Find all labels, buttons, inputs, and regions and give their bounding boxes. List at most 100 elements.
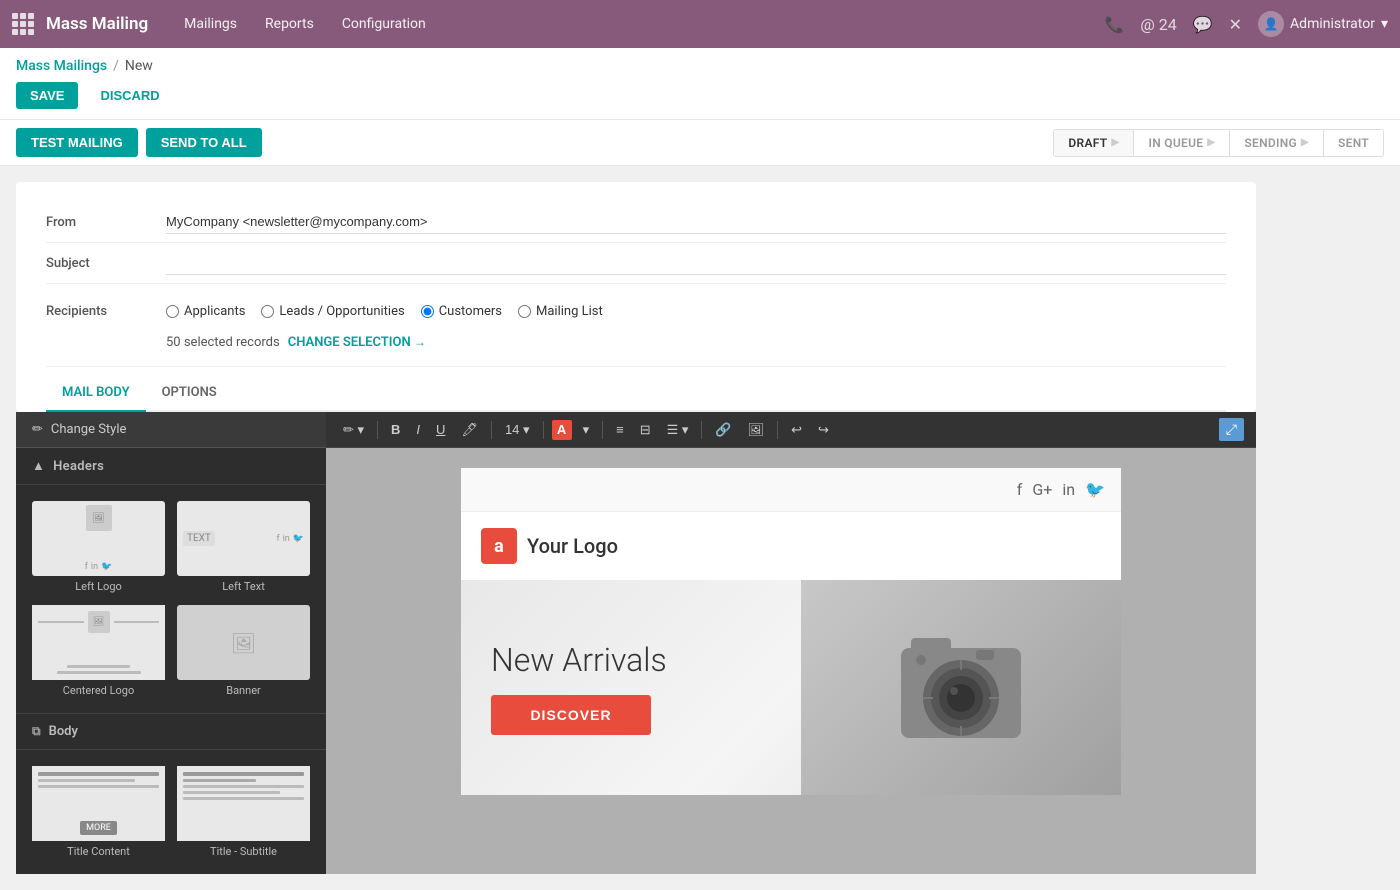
change-selection-link[interactable]: CHANGE SELECTION → bbox=[288, 335, 426, 350]
nav-mailings[interactable]: Mailings bbox=[172, 10, 249, 38]
italic-button[interactable]: I bbox=[411, 419, 425, 440]
social-icons-thumb: fin🐦 bbox=[85, 562, 113, 572]
undo-button[interactable]: ↩ bbox=[786, 419, 807, 441]
tab-mail-body[interactable]: MAIL BODY bbox=[46, 375, 146, 412]
camera-svg bbox=[871, 598, 1051, 778]
nav-configuration[interactable]: Configuration bbox=[330, 10, 438, 38]
chat-icon[interactable]: 💬 bbox=[1193, 15, 1213, 34]
user-name: Administrator bbox=[1290, 16, 1375, 32]
status-sending[interactable]: SENDING ▶ bbox=[1230, 130, 1324, 156]
breadcrumb-parent[interactable]: Mass Mailings bbox=[16, 58, 107, 74]
title-content-label: Title Content bbox=[32, 841, 165, 858]
from-value bbox=[166, 210, 1226, 234]
discover-button[interactable]: DISCOVER bbox=[491, 695, 651, 735]
title-subtitle-label: Title - Subtitle bbox=[177, 841, 310, 858]
image-button[interactable]: 🖼 bbox=[743, 419, 770, 441]
user-menu[interactable]: 👤 Administrator ▾ bbox=[1258, 11, 1388, 37]
app-grid-icon[interactable] bbox=[12, 13, 34, 35]
status-bar: DRAFT ▶ IN QUEUE ▶ SENDING ▶ SENT bbox=[1053, 129, 1384, 157]
from-label: From bbox=[46, 215, 166, 230]
breadcrumb-current: New bbox=[125, 58, 153, 74]
toolbar-left: TEST MAILING SEND TO ALL bbox=[16, 128, 262, 157]
tools-icon[interactable]: ✕ bbox=[1229, 15, 1242, 34]
ordered-list-button[interactable]: ⊟ bbox=[635, 419, 656, 441]
change-style-button[interactable]: ✏ Change Style bbox=[16, 412, 326, 448]
editor-container: ✏ Change Style ▲ Headers 🖼 fin🐦 Lef bbox=[16, 412, 1256, 874]
twitter-icon[interactable]: 🐦 bbox=[1085, 480, 1105, 499]
discard-button[interactable]: DISCARD bbox=[86, 82, 173, 109]
radio-applicants[interactable]: Applicants bbox=[166, 304, 245, 319]
recipients-row: Recipients Applicants Leads / Opportunit… bbox=[46, 284, 1226, 367]
template-left-text[interactable]: TEXT fin🐦 Left Text bbox=[171, 495, 316, 599]
pen-tool-button[interactable]: ✏ ▾ bbox=[338, 419, 369, 441]
more-btn: MORE bbox=[80, 821, 117, 835]
send-to-all-button[interactable]: SEND TO ALL bbox=[146, 128, 262, 157]
radio-mailing-list[interactable]: Mailing List bbox=[518, 304, 603, 319]
align-button[interactable]: ☰ ▾ bbox=[662, 419, 694, 441]
separator-3 bbox=[543, 421, 544, 439]
template-centered-logo[interactable]: 🖼 Centered Logo bbox=[26, 599, 171, 703]
separator-1 bbox=[377, 421, 378, 439]
tab-options[interactable]: OPTIONS bbox=[146, 375, 233, 412]
main-content: From Subject Recipients Applicants bbox=[0, 166, 1400, 890]
banner-thumb: 🖼 bbox=[177, 605, 310, 680]
separator-4 bbox=[602, 421, 603, 439]
unordered-list-button[interactable]: ≡ bbox=[611, 419, 629, 440]
font-size-button[interactable]: 14 ▾ bbox=[500, 419, 535, 441]
status-arrow-icon-3: ▶ bbox=[1301, 137, 1309, 148]
subject-row: Subject bbox=[46, 243, 1226, 284]
from-input[interactable] bbox=[166, 210, 1226, 234]
side-lines: 🖼 bbox=[38, 611, 159, 633]
email-canvas: f G+ in 🐦 a Your Logo bbox=[326, 448, 1256, 874]
template-left-logo[interactable]: 🖼 fin🐦 Left Logo bbox=[26, 495, 171, 599]
left-panel: ✏ Change Style ▲ Headers 🖼 fin🐦 Lef bbox=[16, 412, 326, 874]
bold-button[interactable]: B bbox=[386, 419, 405, 440]
left-logo-thumb: 🖼 fin🐦 bbox=[32, 501, 165, 576]
template-banner[interactable]: 🖼 Banner bbox=[171, 599, 316, 703]
status-arrow-icon-2: ▶ bbox=[1207, 137, 1215, 148]
email-banner: New Arrivals DISCOVER bbox=[461, 580, 1121, 795]
save-button[interactable]: SAVE bbox=[16, 82, 78, 109]
highlight-button[interactable]: 🖊 bbox=[456, 419, 483, 441]
status-sent[interactable]: SENT bbox=[1324, 130, 1383, 156]
font-color-dropdown[interactable]: ▾ bbox=[578, 419, 595, 441]
toolbar-row: TEST MAILING SEND TO ALL DRAFT ▶ IN QUEU… bbox=[0, 120, 1400, 166]
left-text-label: Left Text bbox=[177, 576, 310, 593]
nav-reports[interactable]: Reports bbox=[253, 10, 326, 38]
font-color-button[interactable]: A bbox=[552, 420, 572, 440]
body-template-grid: MORE Title Content Title - Subtitle bbox=[16, 750, 326, 874]
phone-icon[interactable]: 📞 bbox=[1104, 15, 1124, 34]
radio-leads[interactable]: Leads / Opportunities bbox=[261, 304, 404, 319]
status-draft[interactable]: DRAFT ▶ bbox=[1054, 130, 1134, 156]
subject-input[interactable] bbox=[166, 251, 1226, 275]
email-logo-row: a Your Logo bbox=[461, 512, 1121, 580]
copy-icon: ⧉ bbox=[32, 724, 41, 739]
subject-label: Subject bbox=[46, 256, 166, 271]
center-logo-icon: 🖼 bbox=[88, 611, 110, 633]
link-button[interactable]: 🔗 bbox=[710, 419, 736, 441]
right-panel: ✏ ▾ B I U 🖊 14 ▾ A ▾ ≡ ⊟ ☰ ▾ 🔗 🖼 ↩ bbox=[326, 412, 1256, 874]
thumb-text-lines bbox=[38, 665, 159, 674]
body-section-header: ⧉ Body bbox=[16, 713, 326, 750]
expand-button[interactable]: ⤢ bbox=[1219, 418, 1244, 441]
template-title-content[interactable]: MORE Title Content bbox=[26, 760, 171, 864]
linkedin-icon[interactable]: in bbox=[1062, 480, 1075, 499]
radio-customers[interactable]: Customers bbox=[421, 304, 502, 319]
template-title-subtitle[interactable]: Title - Subtitle bbox=[171, 760, 316, 864]
action-buttons: SAVE DISCARD bbox=[16, 82, 1384, 119]
banner-title: New Arrivals bbox=[491, 641, 771, 679]
underline-button[interactable]: U bbox=[431, 419, 450, 440]
googleplus-icon[interactable]: G+ bbox=[1032, 480, 1052, 499]
breadcrumb-separator: / bbox=[113, 58, 119, 74]
subject-value bbox=[166, 251, 1226, 275]
facebook-icon[interactable]: f bbox=[1017, 480, 1023, 499]
at-badge[interactable]: @ 24 bbox=[1140, 15, 1176, 34]
centered-logo-label: Centered Logo bbox=[32, 680, 165, 697]
selected-records-count: 50 selected records bbox=[166, 335, 280, 350]
left-text-thumb: TEXT fin🐦 bbox=[177, 501, 310, 576]
redo-button[interactable]: ↪ bbox=[813, 419, 834, 441]
separator-2 bbox=[491, 421, 492, 439]
status-in-queue[interactable]: IN QUEUE ▶ bbox=[1134, 130, 1230, 156]
from-row: From bbox=[46, 202, 1226, 243]
test-mailing-button[interactable]: TEST MAILING bbox=[16, 128, 138, 157]
